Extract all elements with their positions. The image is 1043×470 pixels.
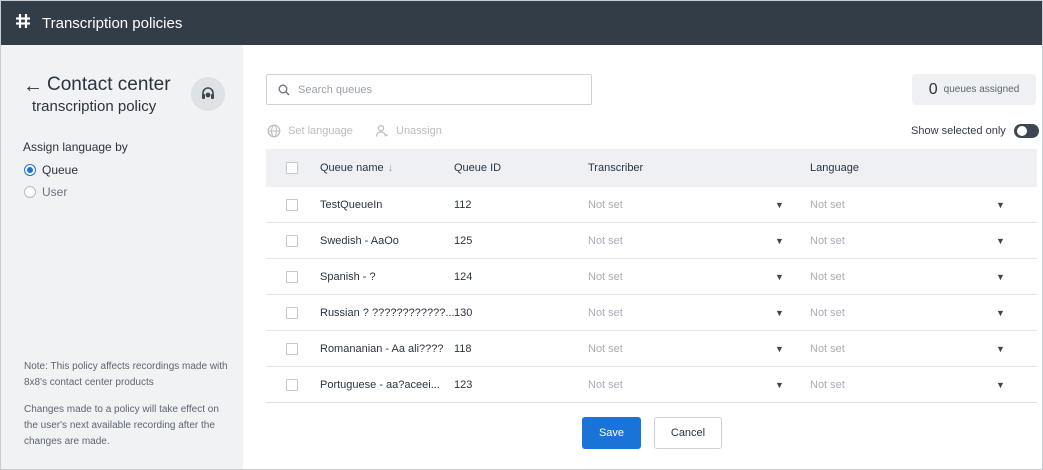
row-checkbox[interactable]	[286, 306, 298, 319]
transcriber-select[interactable]: Not set	[588, 307, 623, 319]
headset-icon	[191, 77, 225, 111]
language-select[interactable]: Not set	[810, 343, 845, 355]
set-language-button[interactable]: Set language	[267, 124, 353, 138]
table-row: Portuguese - aa?aceei... 123 Not set ▼ Not s…	[266, 367, 1037, 402]
show-selected-toggle[interactable]	[1013, 124, 1039, 138]
queue-name: Spanish - ?	[320, 270, 376, 283]
back-arrow-icon[interactable]: ←	[23, 75, 43, 98]
chevron-down-icon[interactable]: ▼	[996, 380, 1005, 390]
language-select[interactable]: Not set	[810, 271, 845, 283]
queue-id: 124	[454, 270, 473, 283]
search-input[interactable]	[298, 83, 578, 96]
sort-down-icon[interactable]: ↓	[388, 162, 394, 174]
chevron-down-icon[interactable]: ▼	[996, 272, 1005, 282]
chevron-down-icon[interactable]: ▼	[775, 236, 784, 246]
policy-subtitle: transcription policy	[32, 98, 157, 115]
column-language: Language	[810, 162, 859, 174]
chevron-down-icon[interactable]: ▼	[996, 344, 1005, 354]
search-box[interactable]	[266, 74, 592, 105]
chevron-down-icon[interactable]: ▼	[775, 308, 784, 318]
row-checkbox[interactable]	[286, 198, 298, 211]
table-row: Swedish - AaOo 125 Not set ▼ Not set ▼	[266, 223, 1037, 259]
queue-id: 130	[454, 306, 473, 319]
policy-change-note: Changes made to a policy will take effec…	[24, 404, 219, 447]
queue-name: Romananian - Aa ali????	[320, 342, 444, 355]
chevron-down-icon[interactable]: ▼	[996, 236, 1005, 246]
search-icon	[278, 84, 290, 95]
chevron-down-icon[interactable]: ▼	[996, 200, 1005, 210]
language-select[interactable]: Not set	[810, 235, 845, 247]
column-queue-id: Queue ID	[454, 162, 502, 174]
radio-queue-indicator[interactable]	[24, 164, 36, 176]
radio-queue[interactable]: Queue	[24, 163, 78, 177]
language-select[interactable]: Not set	[810, 379, 845, 391]
assign-language-label: Assign language by	[23, 140, 128, 154]
radio-queue-label: Queue	[42, 163, 79, 177]
chevron-down-icon[interactable]: ▼	[775, 272, 784, 282]
transcriber-select[interactable]: Not set	[588, 379, 623, 391]
queue-id: 123	[454, 378, 473, 391]
table-row: Romananian - Aa ali???? 118 Not set ▼ Not se…	[266, 331, 1037, 367]
chevron-down-icon[interactable]: ▼	[775, 380, 784, 390]
policy-note: Note: This policy affects recordings mad…	[24, 361, 228, 388]
transcriber-select[interactable]: Not set	[588, 199, 623, 211]
cancel-button[interactable]: Cancel	[654, 417, 722, 449]
policy-title: Contact center	[47, 74, 171, 95]
sidebar: ← Contact center transcription policy As…	[1, 45, 243, 469]
radio-user[interactable]: User	[24, 185, 67, 199]
select-all-checkbox[interactable]	[286, 162, 298, 174]
language-select[interactable]: Not set	[810, 307, 845, 319]
globe-icon	[267, 124, 281, 138]
show-selected-label: Show selected only	[911, 125, 1006, 137]
chevron-down-icon[interactable]: ▼	[996, 308, 1005, 318]
row-checkbox[interactable]	[286, 270, 298, 283]
queue-id: 118	[454, 342, 472, 355]
table-row: TestQueueIn 112 Not set ▼ Not set ▼	[266, 187, 1037, 223]
table-row: Spanish - ? 124 Not set ▼ Not set ▼	[266, 259, 1037, 295]
table-row: Russian ? ????????????... 130 Not set ▼ Not …	[266, 295, 1037, 331]
language-select[interactable]: Not set	[810, 199, 845, 211]
radio-user-indicator[interactable]	[24, 186, 36, 198]
show-selected-only: Show selected only	[911, 124, 1039, 138]
row-checkbox[interactable]	[286, 342, 298, 355]
row-checkbox[interactable]	[286, 234, 298, 247]
queue-name: Portuguese - aa?aceei...	[320, 378, 440, 391]
top-bar: Transcription policies	[1, 1, 1042, 45]
set-language-label: Set language	[288, 125, 353, 137]
user-remove-icon	[375, 124, 388, 137]
queues-table: Queue name ↓ Queue ID Transcriber Languag…	[266, 149, 1037, 403]
unassign-button[interactable]: Unassign	[375, 124, 442, 138]
column-queue-name[interactable]: Queue name ↓	[320, 162, 393, 174]
hash-icon	[15, 12, 33, 35]
transcriber-select[interactable]: Not set	[588, 235, 623, 247]
queue-id: 112	[454, 198, 472, 211]
column-transcriber: Transcriber	[588, 162, 644, 174]
transcriber-select[interactable]: Not set	[588, 271, 623, 283]
chevron-down-icon[interactable]: ▼	[775, 344, 784, 354]
queue-id: 125	[454, 234, 473, 247]
row-checkbox[interactable]	[286, 378, 298, 391]
unassign-label: Unassign	[396, 125, 442, 137]
transcriber-select[interactable]: Not set	[588, 343, 623, 355]
radio-user-label: User	[42, 185, 68, 199]
chevron-down-icon[interactable]: ▼	[775, 200, 784, 210]
app-title: Transcription policies	[42, 14, 183, 32]
queues-assigned-badge: 0 queues assigned	[912, 74, 1036, 105]
save-button[interactable]: Save	[582, 417, 641, 449]
table-header: Queue name ↓ Queue ID Transcriber Languag…	[266, 149, 1037, 187]
queue-name: Russian ? ????????????...	[320, 306, 455, 319]
queue-name: Swedish - AaOo	[320, 234, 399, 247]
assigned-count: 0	[928, 80, 938, 98]
queue-name: TestQueueIn	[320, 198, 383, 211]
assigned-label: queues assigned	[943, 84, 1020, 95]
